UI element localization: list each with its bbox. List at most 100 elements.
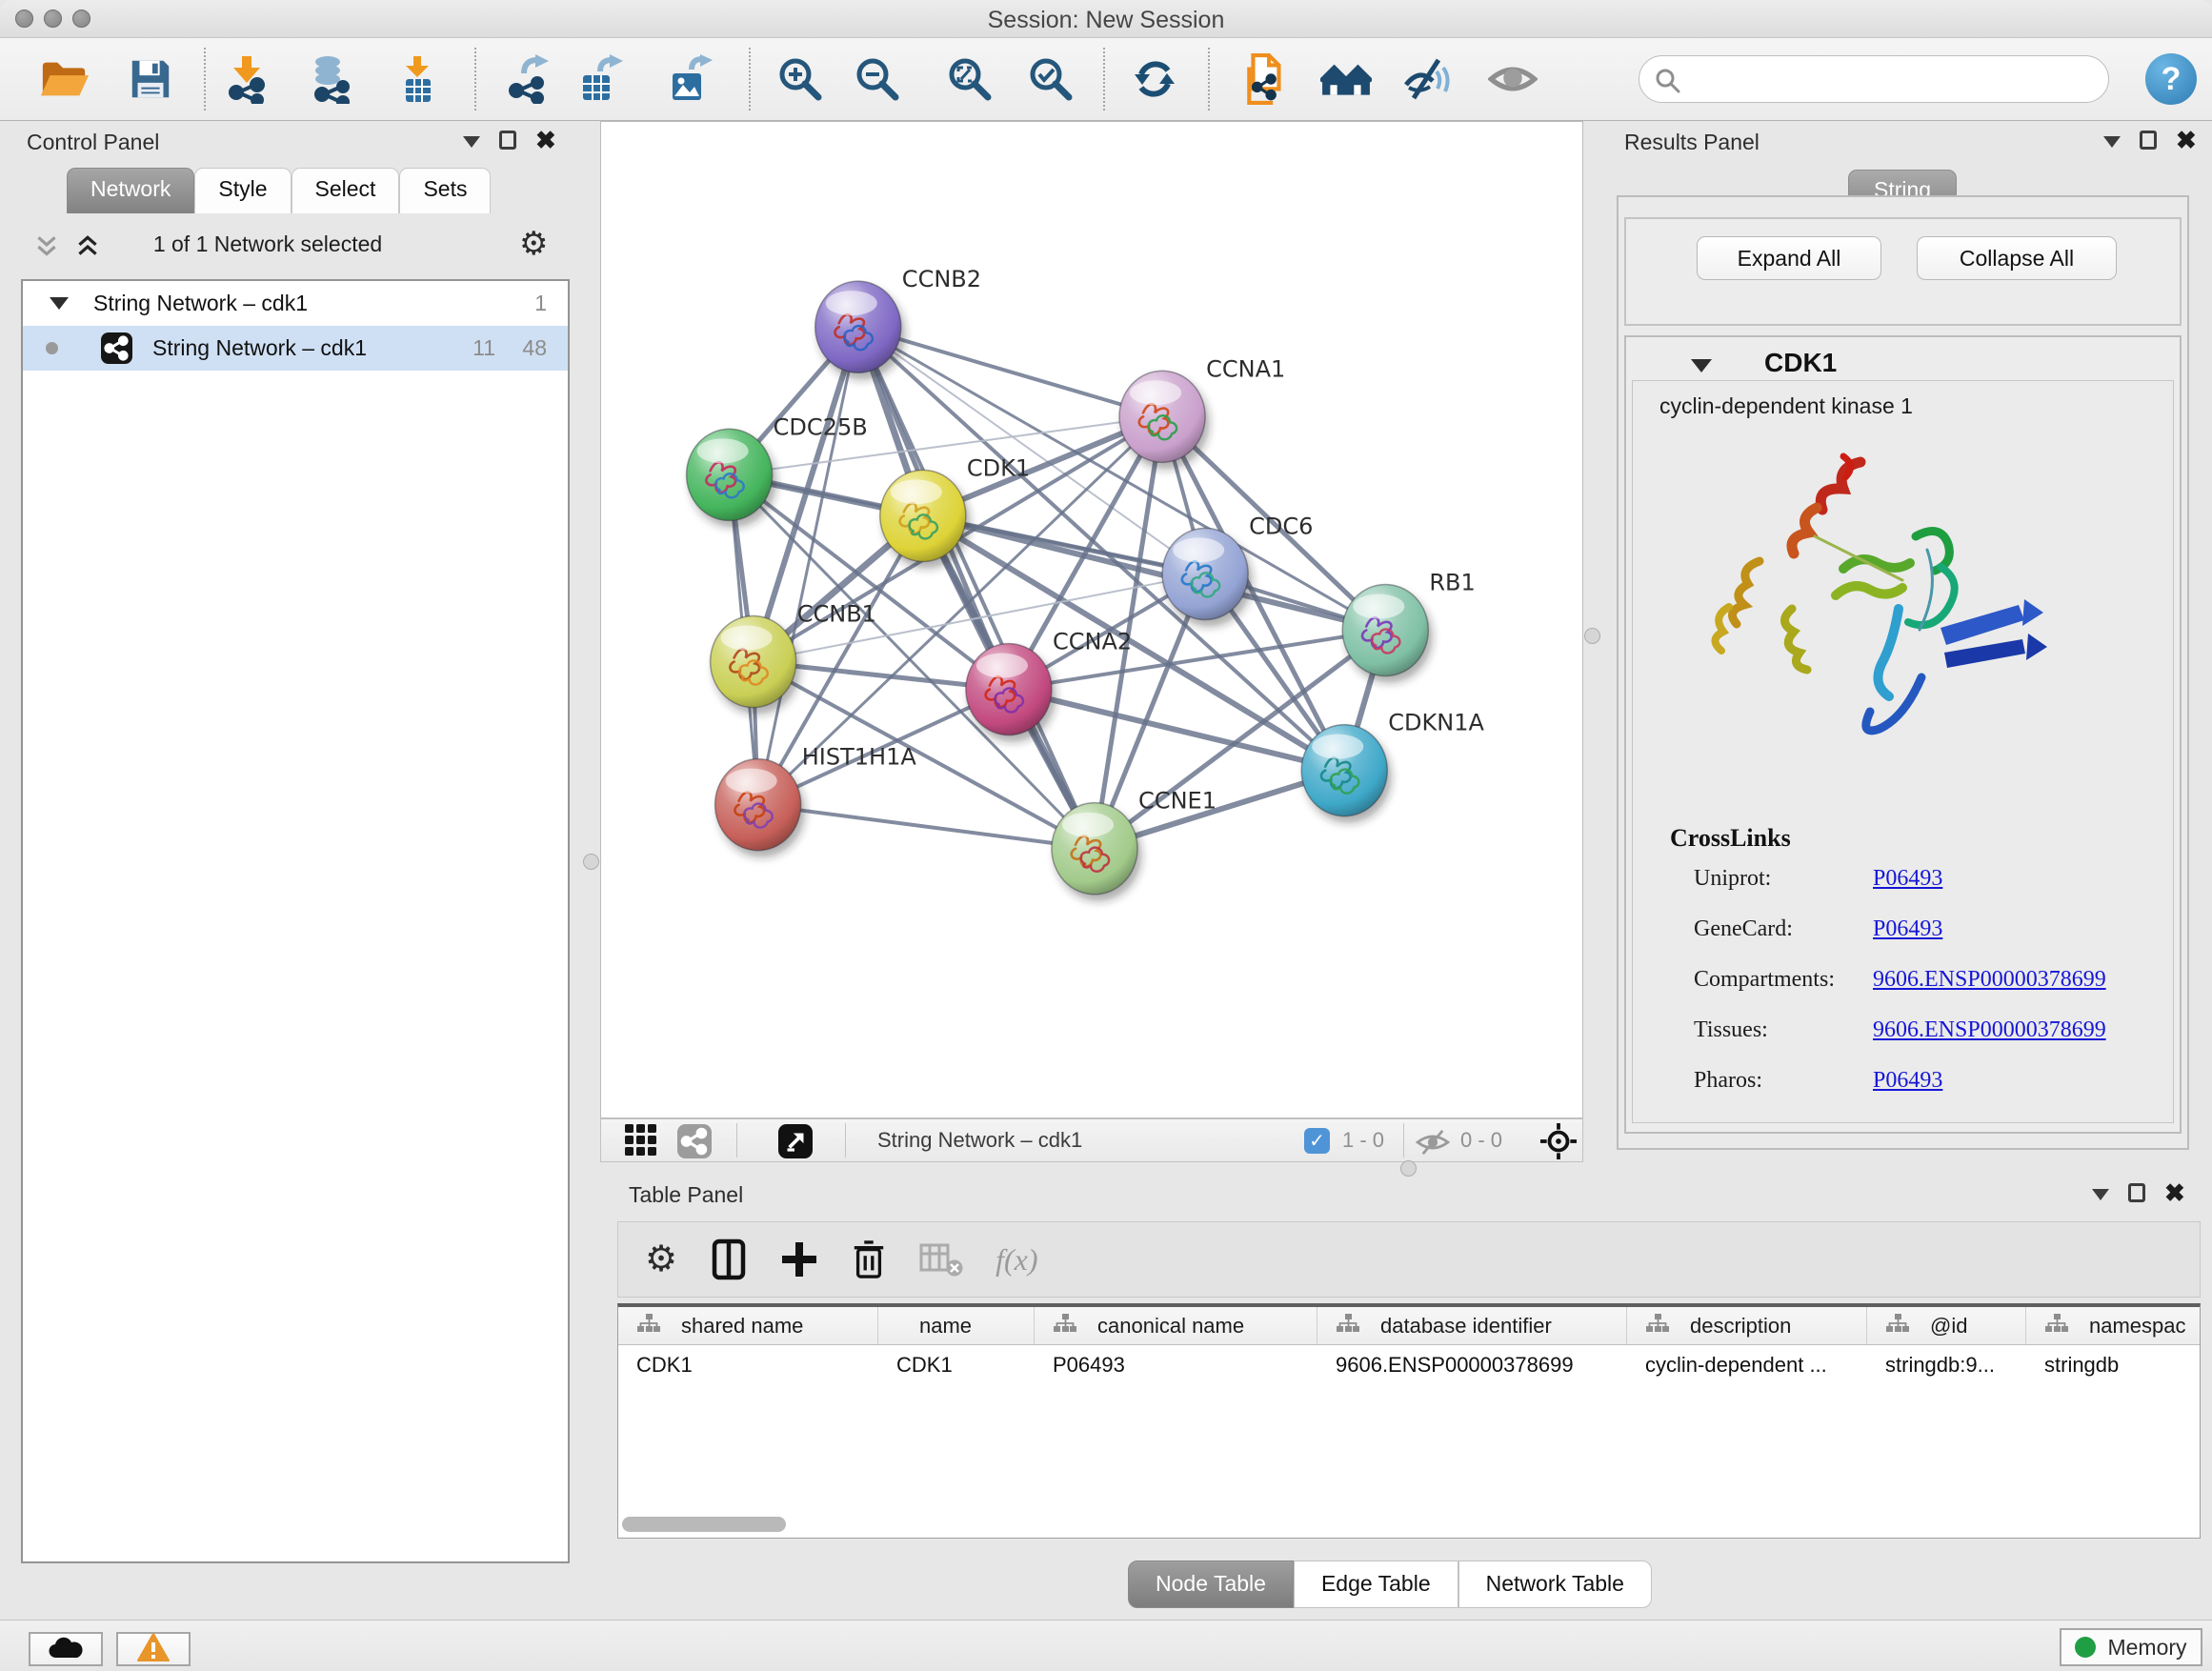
crosshair-icon[interactable] [1540, 1123, 1577, 1164]
panel-float-icon[interactable] [2140, 131, 2157, 150]
table-cell[interactable]: CDK1 [618, 1345, 878, 1385]
zoom-fit-icon[interactable] [943, 51, 996, 107]
collection-collapse-icon[interactable] [50, 297, 69, 310]
warnings-button[interactable] [116, 1632, 191, 1666]
table-cell[interactable]: CDK1 [878, 1345, 1035, 1385]
collection-count: 1 [534, 291, 547, 316]
hidden-count: 0 - 0 [1460, 1128, 1502, 1153]
tab-style[interactable]: Style [194, 168, 291, 213]
zoom-out-icon[interactable] [851, 51, 904, 107]
column-header-namespac[interactable]: namespac [2026, 1307, 2201, 1344]
export-image-icon[interactable] [663, 51, 716, 107]
show-columns-icon[interactable] [710, 1238, 748, 1281]
graph-node-HIST1H1A[interactable]: HIST1H1A [715, 744, 917, 851]
home-pages-icon[interactable] [1319, 51, 1373, 107]
export-table-icon[interactable] [573, 51, 627, 107]
right-splitter-handle[interactable] [1584, 628, 1600, 644]
crosslink-label: GeneCard: [1694, 916, 1873, 967]
column-header-database-identifier[interactable]: database identifier [1317, 1307, 1627, 1344]
app-statusbar: Memory [0, 1620, 2212, 1671]
tab-sets[interactable]: Sets [399, 168, 491, 213]
import-table-icon[interactable] [391, 51, 444, 107]
crosslink-label: Pharos: [1694, 1068, 1873, 1118]
column-header-name[interactable]: name [878, 1307, 1035, 1344]
column-header--id[interactable]: @id [1867, 1307, 2026, 1344]
delete-column-trash-icon[interactable] [851, 1238, 887, 1281]
collection-label: String Network – cdk1 [93, 291, 308, 316]
expand-all-button[interactable]: Expand All [1697, 236, 1881, 280]
grid-view-icon[interactable] [625, 1124, 657, 1161]
string-network-graph[interactable]: CCNB2CCNA1CDC25BCDK1CDC6RB1CCNB1CCNA2CDK… [601, 122, 1582, 1117]
export-network-icon[interactable] [503, 51, 556, 107]
gene-collapse-icon[interactable] [1691, 359, 1712, 372]
node-label: CCNB2 [902, 266, 981, 292]
graph-node-CCNB1[interactable]: CCNB1 [711, 601, 876, 708]
tab-edge-table[interactable]: Edge Table [1294, 1560, 1458, 1608]
panel-float-icon[interactable] [2128, 1183, 2145, 1202]
network-row[interactable]: String Network – cdk1 11 48 [23, 326, 568, 371]
search-input[interactable] [1689, 60, 2089, 98]
collapse-all-button[interactable]: Collapse All [1917, 236, 2117, 280]
column-type-icon [1646, 1314, 1669, 1339]
table-cell[interactable]: stringdb:9... [1867, 1345, 2026, 1385]
panel-minimize-icon[interactable] [2103, 136, 2121, 148]
table-row[interactable]: CDK1CDK1P064939606.ENSP00000378699cyclin… [618, 1345, 2200, 1385]
column-header-canonical-name[interactable]: canonical name [1035, 1307, 1317, 1344]
import-database-icon[interactable] [305, 51, 358, 107]
panel-close-icon[interactable]: ✖ [535, 131, 556, 150]
horizontal-scrollbar[interactable] [622, 1517, 786, 1532]
tab-network-table[interactable]: Network Table [1458, 1560, 1652, 1608]
save-session-icon[interactable] [124, 51, 177, 107]
network-view-icon[interactable] [677, 1124, 712, 1163]
crosslink-link[interactable]: 9606.ENSP00000378699 [1873, 1017, 2106, 1068]
gene-name: CDK1 [1764, 348, 1837, 378]
network-canvas[interactable]: CCNB2CCNA1CDC25BCDK1CDC6RB1CCNB1CCNA2CDK… [600, 121, 1583, 1118]
zoom-in-icon[interactable] [774, 51, 827, 107]
table-cell[interactable]: 9606.ENSP00000378699 [1317, 1345, 1627, 1385]
tab-select[interactable]: Select [292, 168, 400, 213]
open-file-icon[interactable] [38, 51, 91, 107]
memory-button[interactable]: Memory [2060, 1628, 2202, 1666]
network-options-gear-icon[interactable]: ⚙ [519, 228, 548, 260]
table-cell[interactable]: cyclin-dependent ... [1627, 1345, 1867, 1385]
graph-node-CDC6[interactable]: CDC6 [1162, 513, 1313, 619]
tab-network[interactable]: Network [67, 168, 194, 213]
import-network-icon[interactable] [221, 51, 274, 107]
show-panel-eye-icon[interactable] [1486, 51, 1539, 107]
left-splitter-handle[interactable] [583, 854, 599, 870]
graph-node-CDKN1A[interactable]: CDKN1A [1301, 710, 1484, 816]
panel-minimize-icon[interactable] [463, 136, 480, 148]
graph-node-RB1[interactable]: RB1 [1342, 569, 1476, 675]
open-detached-view-icon[interactable] [778, 1124, 813, 1163]
panel-close-icon[interactable]: ✖ [2164, 1183, 2185, 1202]
crosslink-link[interactable]: P06493 [1873, 1068, 1942, 1118]
panel-minimize-icon[interactable] [2092, 1189, 2109, 1200]
column-header-shared-name[interactable]: shared name [618, 1307, 878, 1344]
help-icon[interactable]: ? [2145, 53, 2197, 105]
refresh-icon[interactable] [1128, 51, 1181, 107]
add-column-icon[interactable] [780, 1240, 818, 1278]
table-cell[interactable]: P06493 [1035, 1345, 1317, 1385]
table-cell[interactable]: stringdb [2026, 1345, 2201, 1385]
node-label: CDKN1A [1388, 710, 1484, 736]
graph-node-CCNE1[interactable]: CCNE1 [1052, 788, 1217, 895]
clone-network-icon[interactable] [1240, 51, 1294, 107]
table-settings-gear-icon[interactable]: ⚙ [645, 1243, 677, 1276]
zoom-selected-icon[interactable] [1024, 51, 1077, 107]
toolbar-separator [1208, 48, 1210, 111]
hide-panel-eye-icon[interactable] [1400, 51, 1454, 107]
panel-close-icon[interactable]: ✖ [2176, 131, 2197, 150]
crosslink-link[interactable]: 9606.ENSP00000378699 [1873, 967, 2106, 1017]
panel-float-icon[interactable] [499, 131, 516, 150]
selected-checkbox-icon[interactable]: ✓ [1304, 1128, 1330, 1154]
column-header-description[interactable]: description [1627, 1307, 1867, 1344]
network-collection-row[interactable]: String Network – cdk1 1 [23, 281, 568, 326]
crosslink-link[interactable]: P06493 [1873, 916, 1942, 967]
node-table[interactable]: shared namenamecanonical namedatabase id… [617, 1303, 2201, 1539]
cloud-status-button[interactable] [29, 1632, 103, 1666]
cloud-icon [47, 1635, 85, 1664]
graph-node-CCNA1[interactable]: CCNA1 [1119, 355, 1285, 462]
crosslink-link[interactable]: P06493 [1873, 866, 1942, 916]
tab-node-table[interactable]: Node Table [1128, 1560, 1294, 1608]
graph-node-CDC25B[interactable]: CDC25B [687, 413, 868, 520]
